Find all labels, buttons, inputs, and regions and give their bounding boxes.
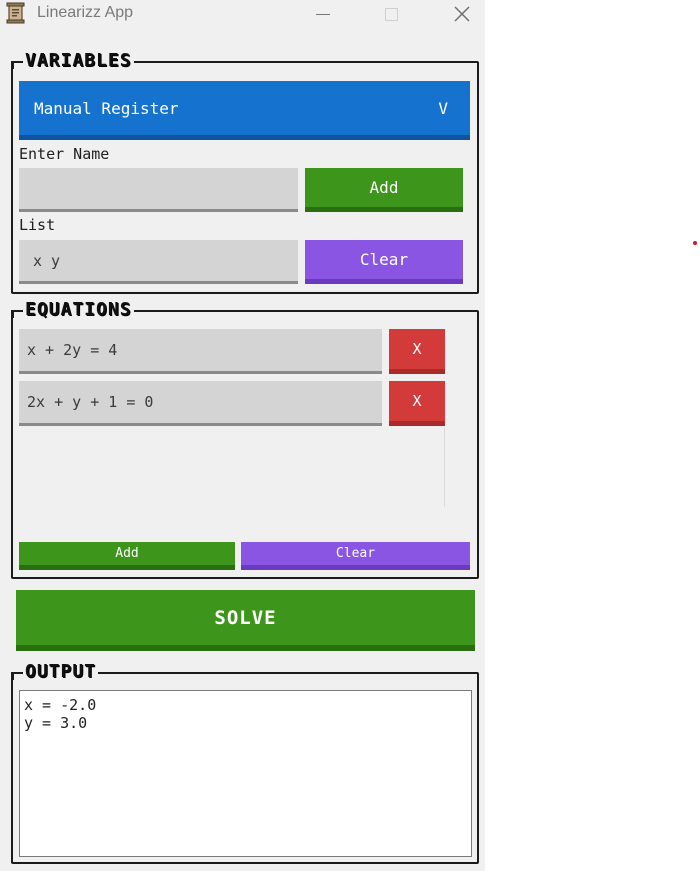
equation-text: x + 2y = 4 (27, 341, 118, 359)
group-corner-mark (11, 61, 14, 69)
solve-button[interactable]: SOLVE (16, 590, 475, 651)
remove-equation-button[interactable]: X (389, 381, 445, 426)
output-line: x = -2.0 (24, 696, 97, 714)
output-title: OUTPUT (23, 661, 99, 682)
clear-equations-label: Clear (335, 546, 376, 561)
cursor-dot (693, 241, 697, 245)
app-window: Linearizz App VARIABLES Manual Register … (0, 0, 485, 871)
variable-list-field: x y (19, 240, 298, 284)
solve-label: SOLVE (214, 606, 277, 629)
title-bar[interactable]: Linearizz App (0, 0, 485, 30)
output-textbox[interactable]: x = -2.0 y = 3.0 (19, 690, 472, 857)
maximize-button[interactable] (368, 0, 414, 28)
clear-equations-button[interactable]: Clear (241, 542, 470, 570)
name-input[interactable] (19, 168, 298, 212)
dropdown-selected-value: Manual Register (34, 99, 179, 118)
enter-name-label: Enter Name (19, 145, 110, 163)
clear-variables-label: Clear (359, 250, 409, 269)
equation-input[interactable]: 2x + y + 1 = 0 (19, 381, 382, 426)
equations-scrollbar[interactable] (444, 427, 445, 507)
equation-text: 2x + y + 1 = 0 (27, 393, 154, 411)
add-equation-label: Add (115, 546, 139, 561)
equations-title: EQUATIONS (23, 299, 134, 320)
equation-input[interactable]: x + 2y = 4 (19, 329, 382, 374)
close-button[interactable] (439, 0, 485, 28)
maximize-icon (384, 7, 398, 21)
output-line: y = 3.0 (24, 714, 88, 732)
variables-title: VARIABLES (23, 50, 134, 71)
register-mode-dropdown[interactable]: Manual Register V (19, 81, 470, 140)
remove-icon: X (412, 392, 422, 410)
add-variable-button[interactable]: Add (305, 168, 463, 212)
minimize-icon (316, 13, 330, 15)
remove-equation-button[interactable]: X (389, 329, 445, 374)
minimize-button[interactable] (300, 0, 346, 28)
remove-icon: X (412, 340, 422, 358)
add-equation-button[interactable]: Add (19, 542, 235, 570)
window-title: Linearizz App (37, 4, 134, 21)
clear-variables-button[interactable]: Clear (305, 240, 463, 284)
close-icon (454, 6, 470, 22)
chevron-down-icon: V (438, 99, 448, 118)
variable-list-value: x y (33, 251, 61, 270)
group-corner-mark (11, 310, 14, 318)
add-variable-label: Add (369, 178, 399, 197)
group-corner-mark (11, 672, 14, 680)
scroll-app-icon (6, 2, 25, 24)
list-label: List (19, 216, 56, 234)
